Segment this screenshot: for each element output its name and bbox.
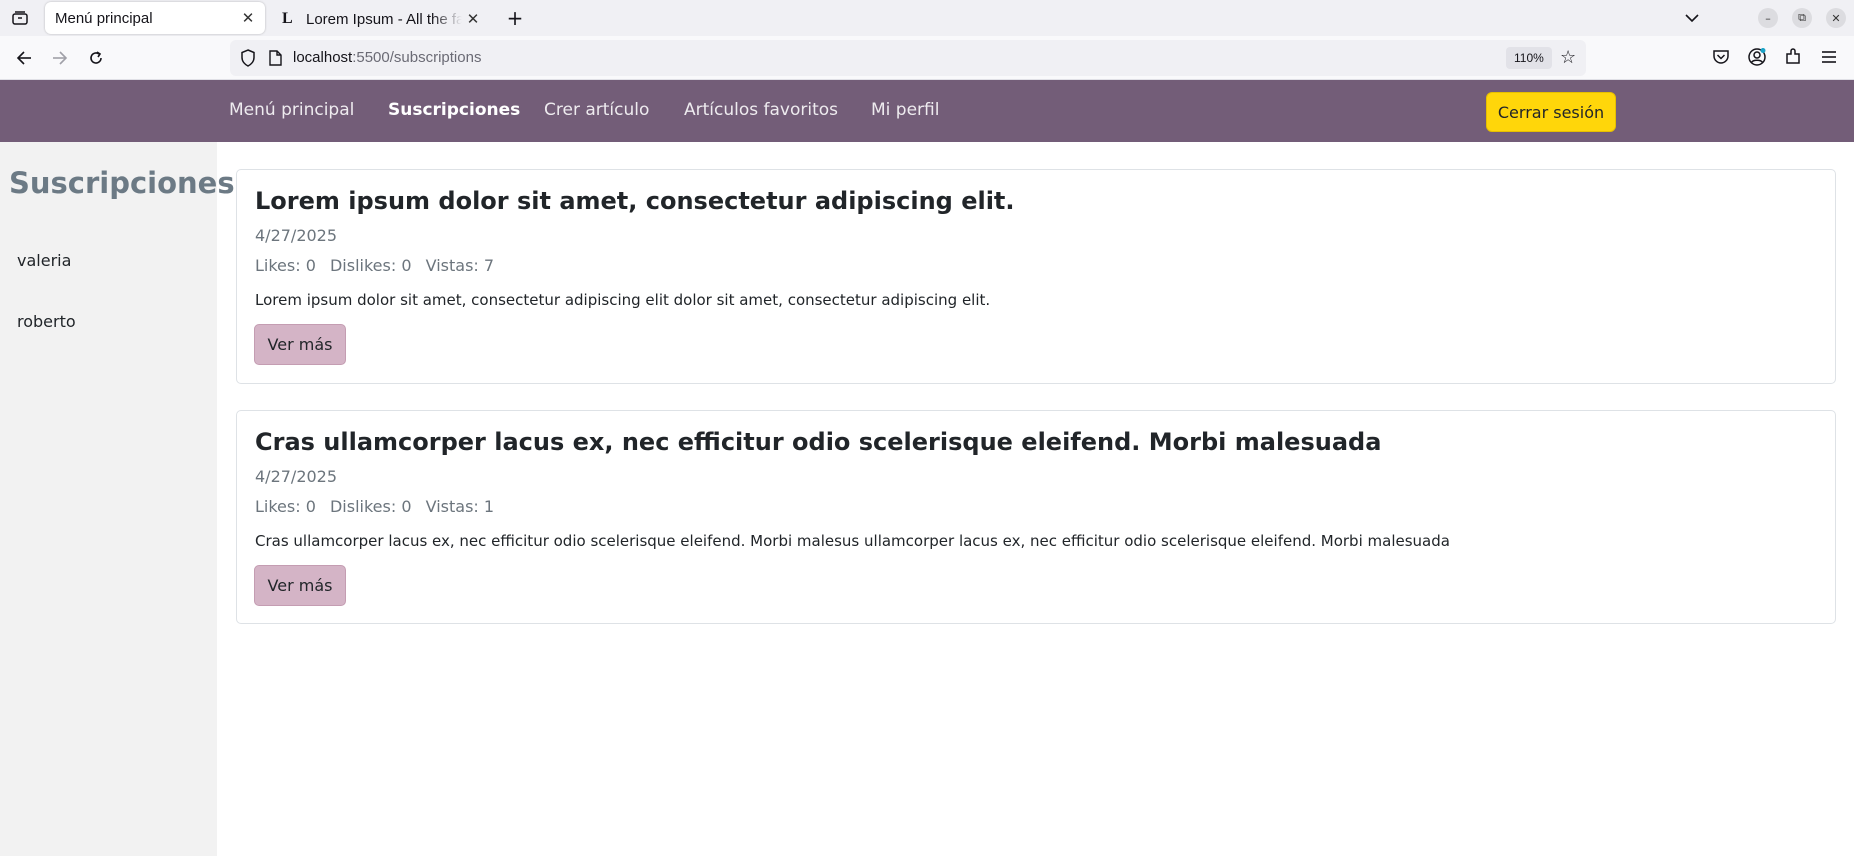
- nav-link-mi-perfil[interactable]: Mi perfil: [871, 100, 939, 120]
- dislikes-count: Dislikes: 0: [329, 256, 412, 275]
- forward-icon[interactable]: [48, 46, 72, 70]
- likes-count: Likes: 0: [255, 256, 316, 275]
- url-host: localhost: [293, 49, 353, 66]
- ver-mas-button[interactable]: Ver más: [254, 565, 346, 606]
- browser-tab-active[interactable]: Menú principal ✕: [45, 2, 265, 34]
- nav-link-suscripciones[interactable]: Suscripciones: [388, 100, 520, 120]
- views-count: Vistas: 7: [425, 256, 495, 275]
- article-date: 4/27/2025: [255, 226, 338, 245]
- nav-link-crer-articulo[interactable]: Crer artículo: [544, 100, 649, 120]
- account-icon[interactable]: [1746, 46, 1768, 68]
- article-date: 4/27/2025: [255, 467, 338, 486]
- site-navbar: Menú principal Suscripciones Crer artícu…: [0, 80, 1854, 142]
- zoom-level-badge[interactable]: 110%: [1506, 47, 1552, 69]
- logout-button[interactable]: Cerrar sesión: [1486, 92, 1616, 132]
- sidebar-item-valeria[interactable]: valeria: [17, 251, 71, 270]
- url-bar[interactable]: localhost:5500/subscriptions 110% ☆: [230, 40, 1586, 76]
- extensions-icon[interactable]: [1782, 46, 1804, 68]
- views-count: Vistas: 1: [425, 497, 495, 516]
- article-stats: Likes: 0 Dislikes: 0 Vistas: 1: [255, 497, 503, 516]
- new-tab-icon[interactable]: +: [503, 6, 527, 30]
- article-card: Lorem ipsum dolor sit amet, consectetur …: [236, 169, 1836, 384]
- article-card: Cras ullamcorper lacus ex, nec efficitur…: [236, 410, 1836, 624]
- ver-mas-button[interactable]: Ver más: [254, 324, 346, 365]
- browser-toolbar: localhost:5500/subscriptions 110% ☆: [0, 36, 1854, 80]
- dislikes-count: Dislikes: 0: [329, 497, 412, 516]
- sidebar-item-roberto[interactable]: roberto: [17, 312, 76, 331]
- minimize-icon[interactable]: –: [1758, 8, 1778, 28]
- menu-icon[interactable]: [1818, 46, 1840, 68]
- article-excerpt: Cras ullamcorper lacus ex, nec efficitur…: [255, 532, 1450, 550]
- pocket-icon[interactable]: [1710, 46, 1732, 68]
- url-text[interactable]: localhost:5500/subscriptions: [293, 49, 481, 66]
- lipsum-favicon-icon: L: [282, 10, 293, 27]
- tab-title-fade: [432, 2, 462, 36]
- close-icon[interactable]: ✕: [237, 7, 259, 29]
- url-path: :5500/subscriptions: [352, 49, 482, 66]
- nav-link-articulos-favoritos[interactable]: Artículos favoritos: [684, 100, 838, 120]
- star-icon[interactable]: ☆: [1560, 48, 1580, 68]
- tab-title: Menú principal: [55, 9, 153, 27]
- browser-tab-inactive[interactable]: L Lorem Ipsum - All the facts - Lipsum g…: [272, 2, 490, 36]
- close-window-icon[interactable]: ✕: [1826, 8, 1846, 28]
- browser-tab-bar: Menú principal ✕ L Lorem Ipsum - All the…: [0, 0, 1854, 36]
- restore-icon[interactable]: ⧉: [1792, 8, 1812, 28]
- likes-count: Likes: 0: [255, 497, 316, 516]
- tab-list-icon[interactable]: [8, 7, 32, 29]
- article-stats: Likes: 0 Dislikes: 0 Vistas: 7: [255, 256, 503, 275]
- article-excerpt: Lorem ipsum dolor sit amet, consectetur …: [255, 291, 991, 309]
- article-title: Cras ullamcorper lacus ex, nec efficitur…: [255, 428, 1382, 456]
- chevron-down-icon[interactable]: [1680, 6, 1704, 30]
- page-icon[interactable]: [268, 50, 282, 66]
- close-icon[interactable]: ✕: [462, 8, 484, 30]
- article-title: Lorem ipsum dolor sit amet, consectetur …: [255, 187, 1015, 215]
- subscriptions-sidebar: Suscripciones valeria roberto: [0, 142, 235, 856]
- reload-icon[interactable]: [84, 46, 108, 70]
- shield-icon[interactable]: [240, 49, 258, 67]
- back-icon[interactable]: [12, 46, 36, 70]
- sidebar-title: Suscripciones: [9, 166, 235, 200]
- nav-link-menu-principal[interactable]: Menú principal: [229, 100, 354, 120]
